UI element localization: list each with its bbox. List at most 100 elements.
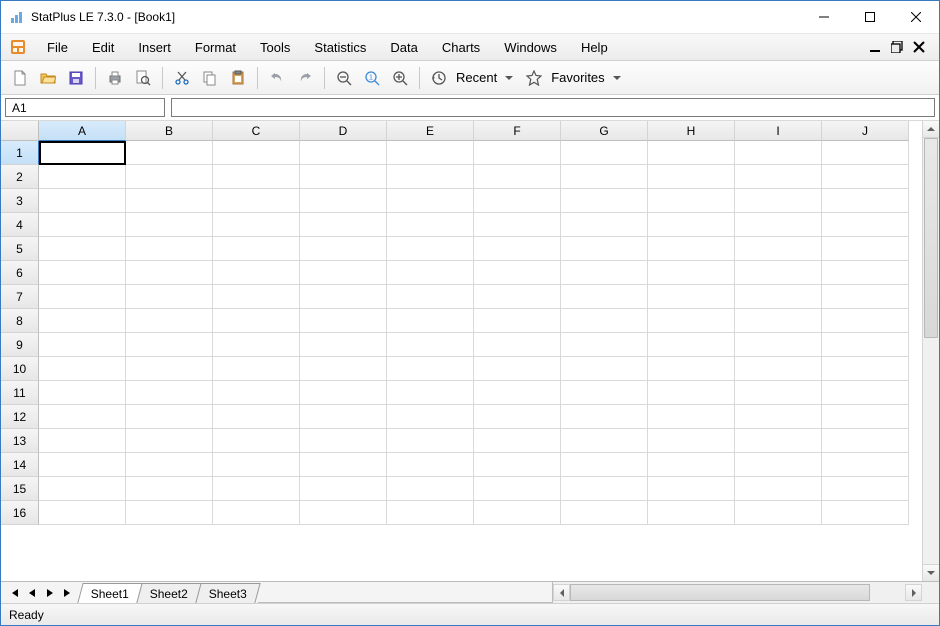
cell-H10[interactable] bbox=[648, 357, 735, 381]
cell-C14[interactable] bbox=[213, 453, 300, 477]
favorites-icon[interactable] bbox=[521, 65, 547, 91]
menu-charts[interactable]: Charts bbox=[430, 36, 492, 59]
cell-G7[interactable] bbox=[561, 285, 648, 309]
row-header-7[interactable]: 7 bbox=[1, 285, 39, 309]
new-file-button[interactable] bbox=[7, 65, 33, 91]
cell-F1[interactable] bbox=[474, 141, 561, 165]
cell-E14[interactable] bbox=[387, 453, 474, 477]
cell-F11[interactable] bbox=[474, 381, 561, 405]
cell-A6[interactable] bbox=[39, 261, 126, 285]
row-header-8[interactable]: 8 bbox=[1, 309, 39, 333]
cell-G15[interactable] bbox=[561, 477, 648, 501]
cell-G1[interactable] bbox=[561, 141, 648, 165]
cell-F13[interactable] bbox=[474, 429, 561, 453]
row-header-5[interactable]: 5 bbox=[1, 237, 39, 261]
cell-G16[interactable] bbox=[561, 501, 648, 525]
cell-C3[interactable] bbox=[213, 189, 300, 213]
cell-J12[interactable] bbox=[822, 405, 909, 429]
cell-G2[interactable] bbox=[561, 165, 648, 189]
cell-H7[interactable] bbox=[648, 285, 735, 309]
row-header-11[interactable]: 11 bbox=[1, 381, 39, 405]
cell-C6[interactable] bbox=[213, 261, 300, 285]
cell-C1[interactable] bbox=[213, 141, 300, 165]
cell-F5[interactable] bbox=[474, 237, 561, 261]
cell-H6[interactable] bbox=[648, 261, 735, 285]
cell-C15[interactable] bbox=[213, 477, 300, 501]
row-header-14[interactable]: 14 bbox=[1, 453, 39, 477]
menu-edit[interactable]: Edit bbox=[80, 36, 126, 59]
row-header-13[interactable]: 13 bbox=[1, 429, 39, 453]
scroll-left-icon[interactable] bbox=[553, 584, 570, 601]
cell-E9[interactable] bbox=[387, 333, 474, 357]
cell-G14[interactable] bbox=[561, 453, 648, 477]
cell-D2[interactable] bbox=[300, 165, 387, 189]
cell-B9[interactable] bbox=[126, 333, 213, 357]
cell-G8[interactable] bbox=[561, 309, 648, 333]
cell-A14[interactable] bbox=[39, 453, 126, 477]
mdi-minimize-button[interactable] bbox=[867, 39, 883, 55]
close-button[interactable] bbox=[893, 1, 939, 33]
open-file-button[interactable] bbox=[35, 65, 61, 91]
zoom-out-button[interactable] bbox=[331, 65, 357, 91]
cell-B1[interactable] bbox=[126, 141, 213, 165]
cell-B3[interactable] bbox=[126, 189, 213, 213]
col-header-I[interactable]: I bbox=[735, 121, 822, 141]
cell-E16[interactable] bbox=[387, 501, 474, 525]
cell-G10[interactable] bbox=[561, 357, 648, 381]
cell-C16[interactable] bbox=[213, 501, 300, 525]
cell-I7[interactable] bbox=[735, 285, 822, 309]
cell-J5[interactable] bbox=[822, 237, 909, 261]
maximize-button[interactable] bbox=[847, 1, 893, 33]
cell-B15[interactable] bbox=[126, 477, 213, 501]
scroll-up-icon[interactable] bbox=[923, 121, 939, 138]
select-all-corner[interactable] bbox=[1, 121, 39, 141]
cell-C5[interactable] bbox=[213, 237, 300, 261]
cell-E1[interactable] bbox=[387, 141, 474, 165]
cell-E5[interactable] bbox=[387, 237, 474, 261]
cell-D6[interactable] bbox=[300, 261, 387, 285]
cell-J2[interactable] bbox=[822, 165, 909, 189]
col-header-B[interactable]: B bbox=[126, 121, 213, 141]
menu-file[interactable]: File bbox=[35, 36, 80, 59]
mdi-close-button[interactable] bbox=[911, 39, 927, 55]
cell-J8[interactable] bbox=[822, 309, 909, 333]
col-header-C[interactable]: C bbox=[213, 121, 300, 141]
cell-A1[interactable] bbox=[39, 141, 126, 165]
cell-H1[interactable] bbox=[648, 141, 735, 165]
cell-A4[interactable] bbox=[39, 213, 126, 237]
cell-D4[interactable] bbox=[300, 213, 387, 237]
cell-D9[interactable] bbox=[300, 333, 387, 357]
cell-J3[interactable] bbox=[822, 189, 909, 213]
cell-J9[interactable] bbox=[822, 333, 909, 357]
cell-B8[interactable] bbox=[126, 309, 213, 333]
favorites-dropdown-icon[interactable] bbox=[613, 74, 621, 82]
cell-J1[interactable] bbox=[822, 141, 909, 165]
cell-I16[interactable] bbox=[735, 501, 822, 525]
tab-prev-icon[interactable] bbox=[23, 584, 41, 602]
cell-H12[interactable] bbox=[648, 405, 735, 429]
cell-E15[interactable] bbox=[387, 477, 474, 501]
scroll-down-icon[interactable] bbox=[923, 564, 939, 581]
cell-E12[interactable] bbox=[387, 405, 474, 429]
cell-C9[interactable] bbox=[213, 333, 300, 357]
cell-A9[interactable] bbox=[39, 333, 126, 357]
col-header-J[interactable]: J bbox=[822, 121, 909, 141]
cell-A13[interactable] bbox=[39, 429, 126, 453]
minimize-button[interactable] bbox=[801, 1, 847, 33]
cell-E10[interactable] bbox=[387, 357, 474, 381]
name-box-input[interactable] bbox=[6, 99, 173, 116]
zoom-in-button[interactable] bbox=[387, 65, 413, 91]
cell-I12[interactable] bbox=[735, 405, 822, 429]
cell-H8[interactable] bbox=[648, 309, 735, 333]
cell-I2[interactable] bbox=[735, 165, 822, 189]
cell-E7[interactable] bbox=[387, 285, 474, 309]
menu-insert[interactable]: Insert bbox=[126, 36, 183, 59]
vscroll-track[interactable] bbox=[923, 138, 939, 564]
row-header-3[interactable]: 3 bbox=[1, 189, 39, 213]
row-header-16[interactable]: 16 bbox=[1, 501, 39, 525]
name-box[interactable] bbox=[5, 98, 165, 117]
cell-C12[interactable] bbox=[213, 405, 300, 429]
cell-C13[interactable] bbox=[213, 429, 300, 453]
print-preview-button[interactable] bbox=[130, 65, 156, 91]
cell-B11[interactable] bbox=[126, 381, 213, 405]
